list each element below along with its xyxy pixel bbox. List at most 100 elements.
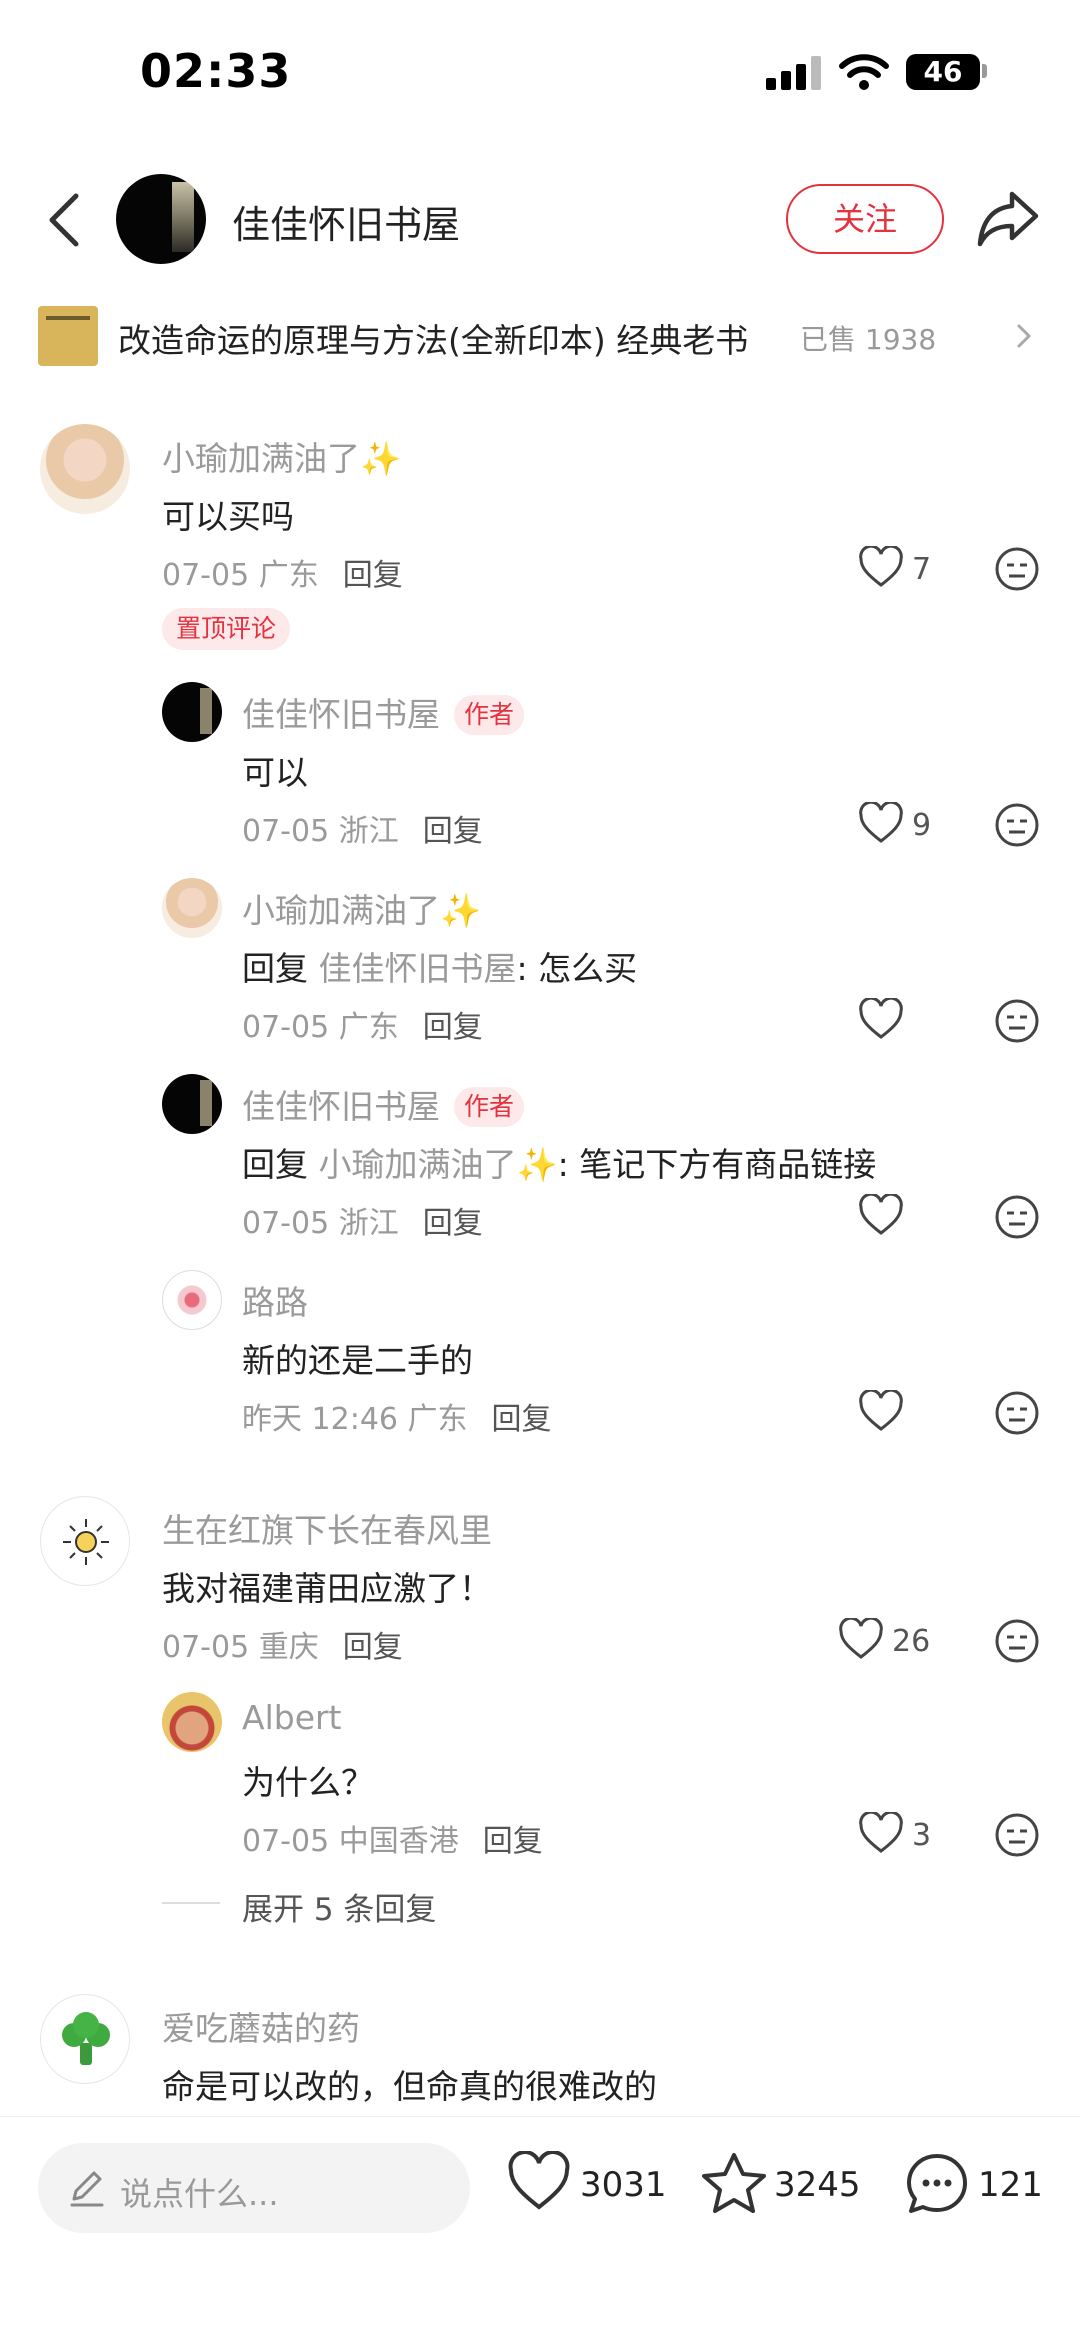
comment-date: 07-05 浙江	[242, 1206, 399, 1241]
chat-bubble-icon	[907, 2154, 967, 2213]
follow-button[interactable]: 关注	[786, 184, 944, 254]
back-arrow-icon[interactable]	[40, 188, 90, 252]
reply-button[interactable]: 回复	[343, 1630, 403, 1665]
comment-date: 07-05 浙江	[242, 814, 399, 849]
comment-username[interactable]: 佳佳怀旧书屋 作者	[242, 1080, 525, 1128]
product-bar[interactable]: 改造命运的原理与方法(全新印本) 经典老书 已售 1938	[0, 290, 1080, 380]
collect-post-button[interactable]: 3245	[700, 2151, 870, 2221]
comment-meta: 昨天 12:46 广东 回复	[242, 1394, 552, 1438]
comment-input[interactable]: 说点什么...	[38, 2143, 470, 2233]
meh-face-icon[interactable]	[994, 1812, 1040, 1858]
comment-date: 昨天 12:46 广东	[242, 1402, 468, 1437]
star-icon	[702, 2153, 766, 2213]
avatar[interactable]	[40, 1994, 130, 2084]
reply-button[interactable]: 回复	[343, 558, 403, 593]
expand-replies-label: 展开 5 条回复	[242, 1892, 437, 1928]
meh-face-icon[interactable]	[994, 802, 1040, 848]
avatar[interactable]	[162, 878, 222, 938]
like-count: 26	[892, 1624, 931, 1659]
like-button[interactable]	[858, 1390, 988, 1438]
meh-face-icon[interactable]	[994, 998, 1040, 1044]
comment-text[interactable]: 回复 小瑜加满油了✨: 笔记下方有商品链接	[242, 1138, 876, 1186]
comment-text[interactable]: 我对福建莆田应激了！	[162, 1562, 492, 1610]
comment-date: 07-05 广东	[162, 558, 319, 593]
meh-face-icon[interactable]	[994, 546, 1040, 592]
product-sold-count: 已售 1938	[800, 323, 937, 356]
like-button[interactable]: 26	[838, 1618, 968, 1666]
comment-username[interactable]: 生在红旗下长在春风里	[162, 1504, 492, 1552]
reply-body: : 笔记下方有商品链接	[557, 1145, 877, 1184]
comment-date: 07-05 中国香港	[242, 1824, 459, 1859]
avatar[interactable]	[162, 1270, 222, 1330]
pencil-icon	[70, 2171, 104, 2207]
like-post-button[interactable]: 3031	[506, 2151, 667, 2221]
reply-button[interactable]: 回复	[423, 1010, 483, 1045]
input-placeholder: 说点什么...	[120, 2175, 279, 2213]
pinned-tag: 置顶评论	[162, 608, 290, 650]
avatar[interactable]	[162, 1692, 222, 1752]
comment-meta: 07-05 广东 回复	[162, 550, 403, 594]
meh-face-icon[interactable]	[994, 1390, 1040, 1436]
comment-text[interactable]: 新的还是二手的	[242, 1334, 473, 1382]
comment-username[interactable]: 路路	[242, 1276, 308, 1324]
author-tag: 作者	[454, 695, 525, 735]
post-header: 佳佳怀旧书屋 关注	[0, 160, 1080, 280]
like-button[interactable]	[858, 998, 988, 1046]
comment-text[interactable]: 回复 佳佳怀旧书屋: 怎么买	[242, 942, 637, 990]
comment-meta: 07-05 浙江 回复	[242, 1198, 483, 1242]
post-comment-count: 121	[978, 2165, 1043, 2205]
status-time: 02:33	[140, 44, 292, 98]
status-bar: 02:33 46	[0, 0, 1080, 140]
reply-button[interactable]: 回复	[423, 814, 483, 849]
expand-replies-button[interactable]: 展开 5 条回复	[162, 1880, 562, 1928]
comment-date: 07-05 广东	[242, 1010, 399, 1045]
avatar[interactable]	[40, 424, 130, 514]
comment-meta: 07-05 重庆 回复	[162, 1622, 403, 1666]
shop-avatar[interactable]	[116, 174, 206, 264]
mentioned-user[interactable]: 佳佳怀旧书屋	[319, 949, 517, 988]
reply-button[interactable]: 回复	[492, 1402, 552, 1437]
reply-button[interactable]: 回复	[483, 1824, 543, 1859]
reply-prefix: 回复	[242, 949, 319, 988]
product-title: 改造命运的原理与方法(全新印本) 经典老书	[118, 321, 749, 360]
battery-icon: 46	[906, 54, 980, 90]
meh-face-icon[interactable]	[994, 1618, 1040, 1664]
sun-icon	[63, 1519, 109, 1565]
divider	[162, 1902, 220, 1904]
comment-text[interactable]: 可以买吗	[162, 490, 294, 538]
comment-date: 07-05 重庆	[162, 1630, 319, 1665]
like-button[interactable]: 9	[858, 802, 988, 850]
comment-username[interactable]: 爱吃蘑菇的药	[162, 2002, 360, 2050]
post-like-count: 3031	[580, 2165, 667, 2205]
comment-username[interactable]: 小瑜加满油了✨	[242, 884, 481, 932]
comment-post-button[interactable]: 121	[904, 2151, 1054, 2221]
comment-text[interactable]: 命是可以改的，但命真的很难改的	[162, 2060, 657, 2108]
comment-username[interactable]: 佳佳怀旧书屋 作者	[242, 688, 525, 736]
meh-face-icon[interactable]	[994, 1194, 1040, 1240]
comment-text[interactable]: 可以	[242, 746, 308, 794]
comment-meta: 07-05 广东 回复	[242, 1002, 483, 1046]
like-button[interactable]: 7	[858, 546, 988, 594]
avatar[interactable]	[40, 1496, 130, 1586]
reply-button[interactable]: 回复	[423, 1206, 483, 1241]
like-count: 7	[912, 552, 932, 587]
avatar[interactable]	[162, 682, 222, 742]
product-thumbnail	[38, 306, 98, 366]
shop-name[interactable]: 佳佳怀旧书屋	[232, 194, 460, 249]
like-count: 3	[912, 1818, 932, 1853]
comment-text[interactable]: 为什么？	[242, 1756, 374, 1804]
heart-icon	[859, 802, 903, 843]
like-button[interactable]: 3	[858, 1812, 988, 1860]
comment-username[interactable]: 小瑜加满油了✨	[162, 432, 401, 480]
bottom-action-bar: 说点什么... 3031 3245 121	[0, 2116, 1080, 2341]
mentioned-user[interactable]: 小瑜加满油了✨	[319, 1145, 558, 1184]
avatar[interactable]	[162, 1074, 222, 1134]
like-button[interactable]	[858, 1194, 988, 1242]
share-icon[interactable]	[976, 186, 1042, 250]
reply-prefix: 回复	[242, 1145, 319, 1184]
comment-username[interactable]: Albert	[242, 1698, 342, 1737]
heart-icon	[859, 998, 903, 1039]
signal-icon	[766, 56, 822, 90]
heart-icon	[859, 1812, 903, 1853]
author-tag: 作者	[454, 1087, 525, 1127]
